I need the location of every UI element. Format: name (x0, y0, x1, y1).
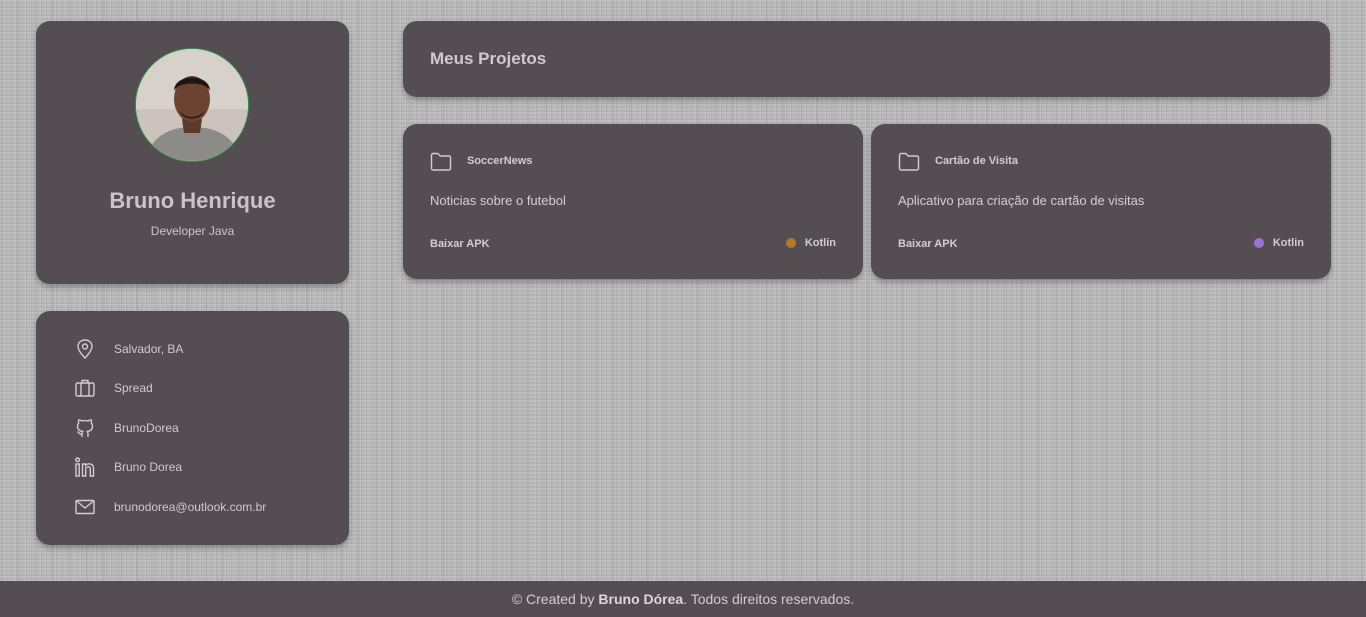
contact-info-card: Salvador, BA Spread BrunoDorea Bruno Dor… (36, 311, 349, 545)
briefcase-icon (74, 377, 96, 399)
project-description: Aplicativo para criação de cartão de vis… (898, 193, 1145, 208)
projects-header: Meus Projetos (403, 21, 1330, 97)
project-card[interactable]: SoccerNews Noticias sobre o futebol Baix… (403, 124, 863, 279)
info-label: BrunoDorea (114, 421, 179, 435)
footer-prefix: © Created by (511, 591, 599, 607)
project-name[interactable]: Cartão de Visita (935, 155, 1018, 167)
profile-role: Developer Java (150, 224, 235, 238)
language-color-dot (1253, 238, 1264, 248)
github-icon (74, 417, 96, 439)
info-label: brunodorea@outlook.com.br (114, 500, 267, 514)
info-item-email[interactable]: brunodorea@outlook.com.br (74, 495, 266, 519)
avatar (135, 48, 249, 162)
info-item-company: Spread (74, 376, 153, 400)
download-apk-link[interactable]: Baixar APK (430, 238, 490, 250)
footer: © Created by Bruno Dórea. Todos direitos… (0, 581, 1366, 617)
user-photo-icon (136, 49, 248, 161)
project-card[interactable]: Cartão de Visita Aplicativo para criação… (871, 124, 1331, 279)
language-label: Kotlin (1272, 237, 1304, 249)
linkedin-icon (74, 456, 96, 478)
profile-card: Bruno Henrique Developer Java (36, 21, 349, 284)
folder-icon (898, 152, 920, 172)
info-label: Bruno Dorea (114, 460, 183, 474)
profile-name: Bruno Henrique (109, 188, 276, 213)
info-label: Spread (114, 381, 153, 395)
info-item-github[interactable]: BrunoDorea (74, 416, 179, 440)
project-description: Noticias sobre o futebol (430, 193, 566, 208)
project-language: Kotlin (1253, 237, 1304, 249)
footer-author: Bruno Dórea (598, 591, 684, 607)
project-name[interactable]: SoccerNews (467, 155, 532, 167)
download-apk-link[interactable]: Baixar APK (898, 238, 958, 250)
language-label: Kotlin (804, 237, 836, 249)
location-icon (74, 338, 96, 360)
footer-suffix: . Todos direitos reservados. (683, 591, 855, 607)
info-item-linkedin[interactable]: Bruno Dorea (74, 455, 182, 479)
projects-title: Meus Projetos (430, 49, 547, 68)
folder-icon (430, 152, 452, 172)
language-color-dot (785, 238, 796, 248)
mail-icon (74, 496, 96, 518)
info-label: Salvador, BA (114, 342, 184, 356)
info-item-location: Salvador, BA (74, 337, 183, 361)
project-language: Kotlin (785, 237, 836, 249)
